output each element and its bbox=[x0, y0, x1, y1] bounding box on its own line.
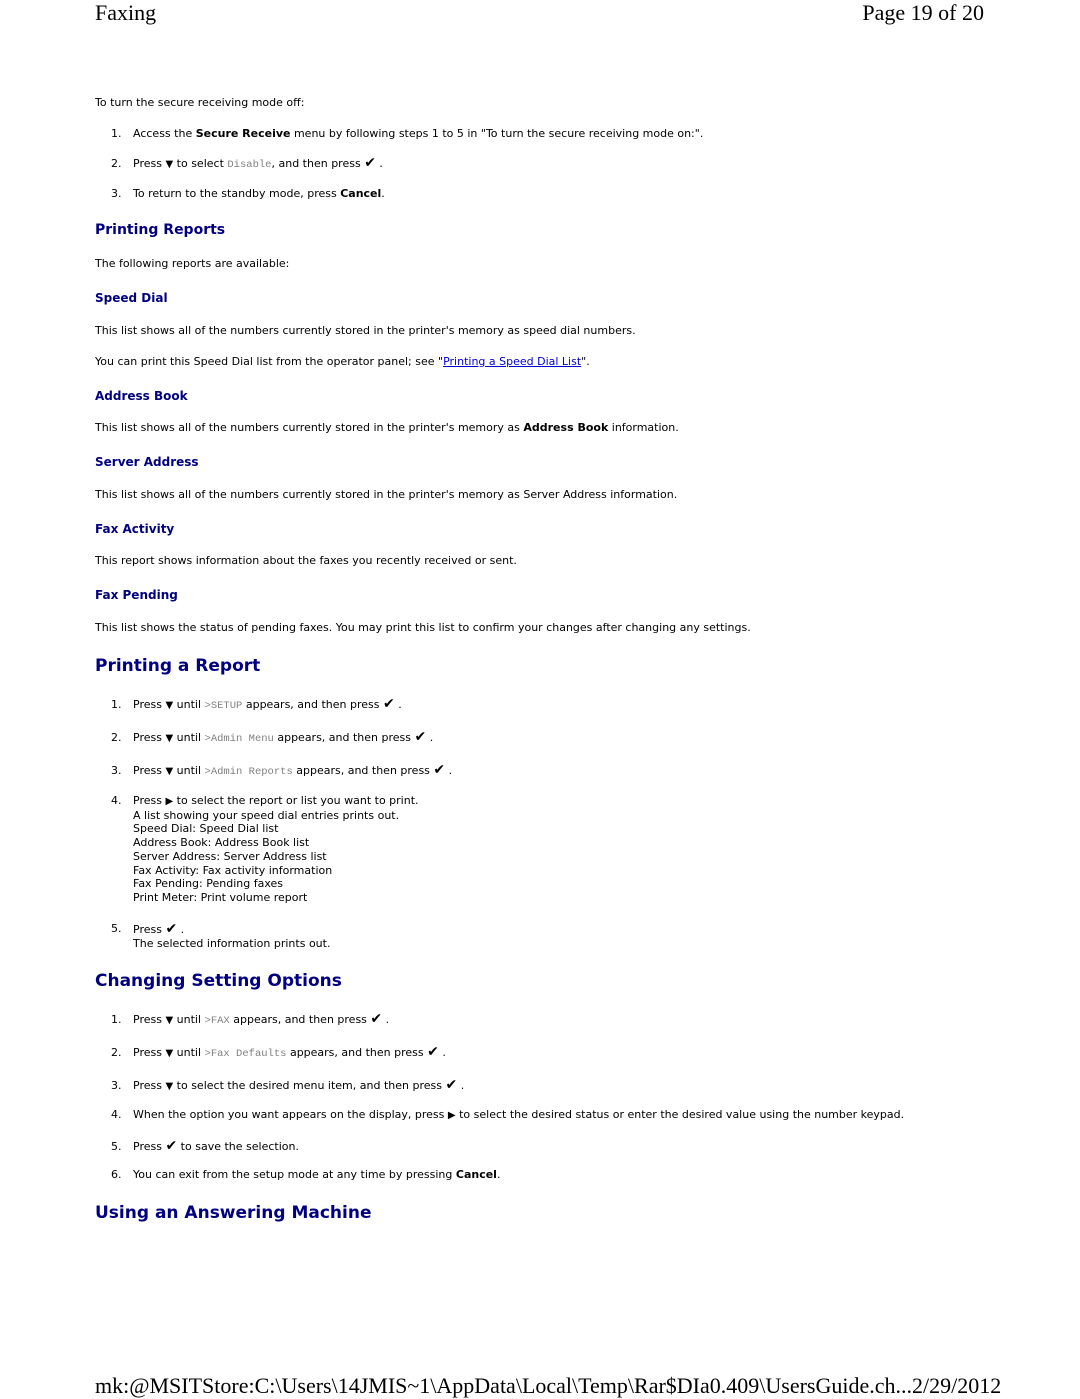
address-book-desc: This list shows all of the numbers curre… bbox=[95, 421, 679, 434]
right-arrow-icon bbox=[448, 1108, 456, 1122]
section-title-printing-reports: Printing Reports bbox=[95, 222, 226, 238]
display-text: >Admin Reports bbox=[204, 766, 293, 778]
speed-dial-print-note: You can print this Speed Dial list from … bbox=[95, 355, 590, 368]
checkmark-icon bbox=[415, 731, 427, 744]
printing-speed-dial-list-link[interactable]: Printing a Speed Dial List bbox=[443, 355, 581, 368]
down-arrow-icon bbox=[165, 731, 173, 745]
speed-dial-desc: This list shows all of the numbers curre… bbox=[95, 324, 636, 337]
footer-path: mk:@MSITStore:C:\Users\14JMIS~1\AppData\… bbox=[95, 1373, 913, 1398]
server-address-desc: This list shows all of the numbers curre… bbox=[95, 488, 678, 501]
right-arrow-icon bbox=[165, 794, 173, 809]
header-title: Faxing bbox=[95, 0, 157, 25]
down-arrow-icon bbox=[165, 698, 173, 712]
checkmark-icon bbox=[165, 1140, 177, 1153]
down-arrow-icon bbox=[165, 1046, 173, 1060]
checkmark-icon bbox=[433, 764, 445, 777]
checkmark-icon bbox=[370, 1013, 382, 1026]
subsection-title-server-address: Server Address bbox=[95, 455, 199, 469]
footer: mk:@MSITStore:C:\Users\14JMIS~1\AppData\… bbox=[95, 1373, 1001, 1399]
display-text: Disable bbox=[227, 159, 272, 171]
down-arrow-icon bbox=[165, 1013, 173, 1027]
printing-reports-intro: The following reports are available: bbox=[95, 257, 290, 270]
header-page-number: Page 19 of 20 bbox=[862, 0, 984, 25]
checkmark-icon bbox=[364, 157, 376, 170]
subsection-title-fax-pending: Fax Pending bbox=[95, 588, 178, 602]
down-arrow-icon bbox=[165, 157, 173, 171]
checkmark-icon bbox=[383, 698, 395, 711]
down-arrow-icon bbox=[165, 764, 173, 778]
section-title-printing-a-report: Printing a Report bbox=[95, 656, 261, 676]
section-title-changing-setting-options: Changing Setting Options bbox=[95, 971, 342, 991]
subsection-title-fax-activity: Fax Activity bbox=[95, 522, 175, 536]
display-text: >SETUP bbox=[204, 700, 243, 712]
secure-off-intro: To turn the secure receiving mode off: bbox=[95, 96, 305, 109]
fax-pending-desc: This list shows the status of pending fa… bbox=[95, 621, 751, 634]
checkmark-icon bbox=[445, 1079, 457, 1092]
display-text: >Fax Defaults bbox=[204, 1048, 287, 1060]
checkmark-icon bbox=[165, 922, 177, 937]
footer-date: 2/29/2012 bbox=[912, 1373, 1002, 1398]
display-text: >FAX bbox=[204, 1015, 230, 1027]
down-arrow-icon bbox=[165, 1079, 173, 1093]
display-text: >Admin Menu bbox=[204, 733, 274, 745]
subsection-title-speed-dial: Speed Dial bbox=[95, 291, 168, 305]
subsection-title-address-book: Address Book bbox=[95, 389, 188, 403]
fax-activity-desc: This report shows information about the … bbox=[95, 554, 517, 567]
section-title-using-an-answering-machine: Using an Answering Machine bbox=[95, 1203, 372, 1223]
checkmark-icon bbox=[427, 1046, 439, 1059]
